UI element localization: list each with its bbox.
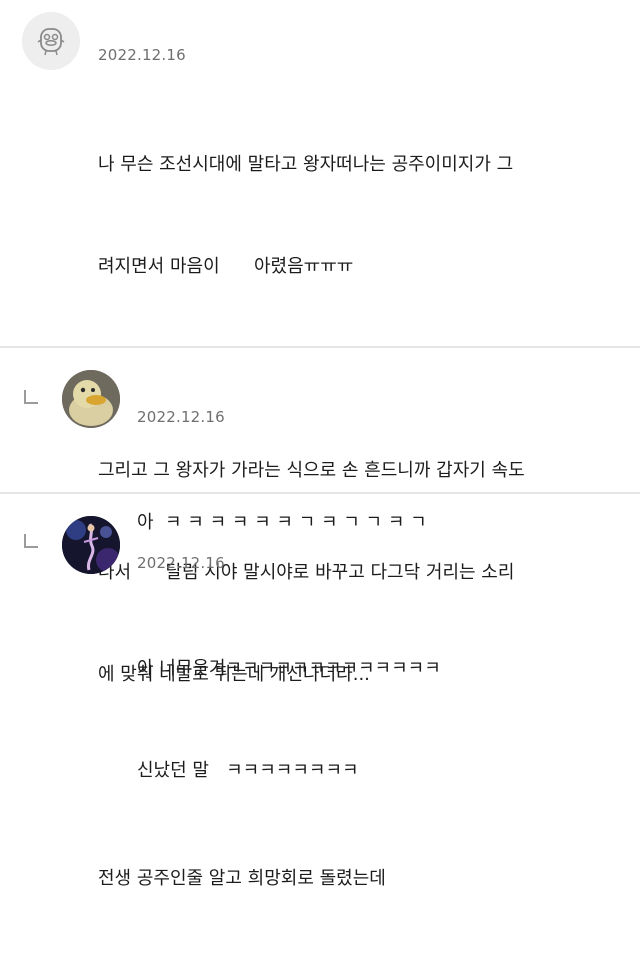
comment-date: 2022.12.16: [137, 554, 225, 572]
figure-art-avatar-icon: [62, 516, 120, 574]
reply-arrow-icon: [24, 390, 38, 404]
comment-text: 아 너무웃겨ㅋㅋㅋㅋㅋㅋㅋㅋㅋㅋㅋㅋㅋ 신났던 말 ㅋㅋㅋㅋㅋㅋㅋㅋ: [137, 584, 441, 856]
comment-divider: [0, 492, 640, 494]
comment-divider: [0, 346, 640, 348]
reply-arrow-icon: [24, 534, 38, 548]
comment-line: 나 무슨 조선시대에 말타고 왕자떠나는 공주이미지가 그: [98, 154, 514, 175]
duck-sticker-avatar-icon: [22, 12, 80, 70]
comment-line: 전생 공주인줄 알고 희망회로 돌렸는데: [98, 868, 386, 889]
duckling-plush-avatar-icon: [62, 370, 120, 428]
avatar[interactable]: [22, 12, 80, 70]
comment-line: [98, 352, 525, 386]
comment-line: 신났던 말 ㅋㅋㅋㅋㅋㅋㅋㅋ: [137, 760, 359, 781]
comment-date: 2022.12.16: [98, 46, 186, 64]
avatar[interactable]: [62, 370, 120, 428]
comment-line: 려지면서 마음이 아렸음ㅠㅠㅠ: [98, 256, 354, 277]
comment-line: 아 ㅋ ㅋ ㅋ ㅋ ㅋ ㅋ ㄱ ㅋ ㄱ ㄱ ㅋ ㄱ: [137, 512, 427, 533]
comment-line: 아 너무웃겨ㅋㅋㅋㅋㅋㅋㅋㅋㅋㅋㅋㅋㅋ: [137, 658, 441, 679]
comment-text: 아 ㅋ ㅋ ㅋ ㅋ ㅋ ㅋ ㄱ ㅋ ㄱ ㄱ ㅋ ㄱ: [137, 438, 427, 608]
avatar[interactable]: [62, 516, 120, 574]
comment-date: 2022.12.16: [137, 408, 225, 426]
